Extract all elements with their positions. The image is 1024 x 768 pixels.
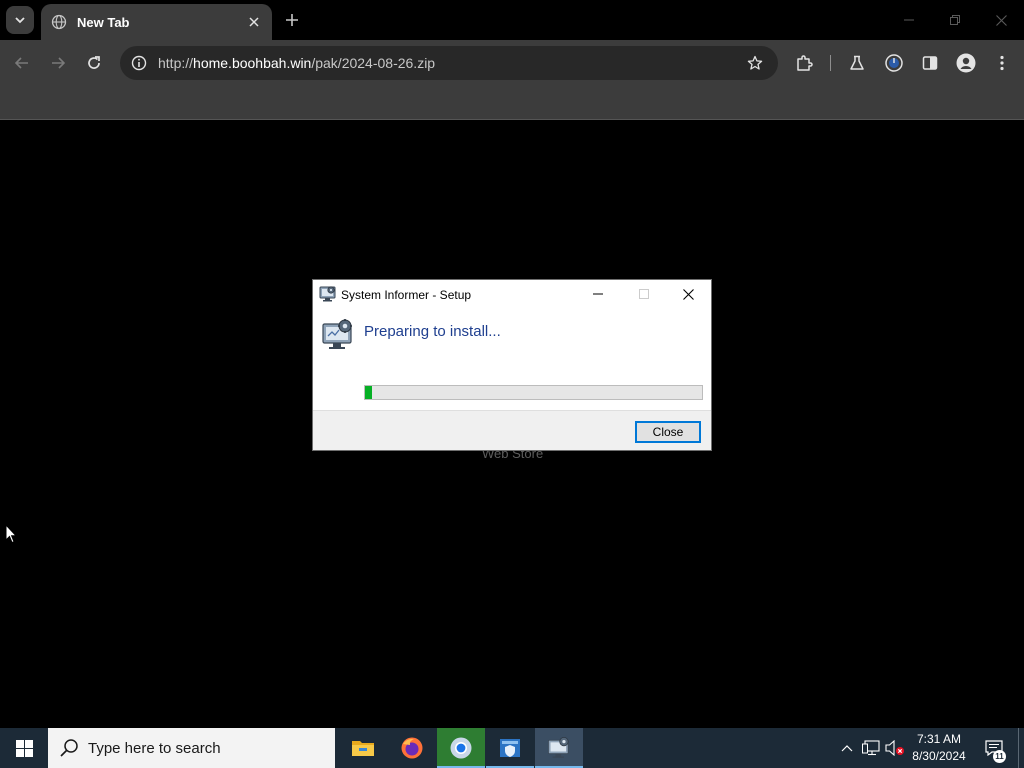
restore-icon bbox=[950, 15, 960, 25]
bookmark-button[interactable] bbox=[740, 48, 770, 78]
site-info-button[interactable] bbox=[122, 46, 156, 80]
taskbar-system-informer-setup[interactable] bbox=[535, 728, 583, 768]
globe-icon bbox=[51, 14, 67, 30]
taskbar-search-box[interactable]: Type here to search bbox=[48, 728, 335, 768]
shield-window-icon bbox=[500, 739, 520, 757]
firefox-icon bbox=[401, 737, 423, 759]
menu-button[interactable] bbox=[988, 49, 1016, 77]
url-path: /pak/2024-08-26.zip bbox=[311, 55, 436, 71]
show-desktop-button[interactable] bbox=[1018, 728, 1024, 768]
toolbar-separator bbox=[830, 55, 831, 71]
back-button[interactable] bbox=[8, 49, 36, 77]
reload-button[interactable] bbox=[80, 49, 108, 77]
volume-muted-icon bbox=[885, 740, 904, 756]
system-informer-icon bbox=[319, 286, 336, 302]
side-panel-button[interactable] bbox=[916, 49, 944, 77]
minimize-icon bbox=[593, 293, 603, 295]
search-placeholder: Type here to search bbox=[88, 739, 221, 757]
dialog-title: System Informer - Setup bbox=[341, 288, 472, 302]
kebab-menu-icon bbox=[1000, 55, 1004, 71]
notification-count-badge: 11 bbox=[993, 750, 1006, 763]
search-icon bbox=[60, 739, 78, 757]
new-tab-button[interactable] bbox=[280, 8, 304, 32]
close-icon bbox=[682, 288, 694, 300]
close-icon bbox=[249, 17, 259, 27]
folder-icon bbox=[352, 741, 374, 756]
taskbar-firefox[interactable] bbox=[388, 728, 436, 768]
chrome-icon bbox=[450, 737, 472, 759]
taskbar-clock[interactable]: 7:31 AM 8/30/2024 bbox=[906, 731, 972, 765]
mouse-cursor-icon bbox=[5, 524, 17, 544]
restore-button[interactable] bbox=[932, 0, 978, 40]
dialog-titlebar[interactable]: System Informer - Setup bbox=[313, 280, 711, 308]
address-bar[interactable]: http://home.boohbah.win/pak/2024-08-26.z… bbox=[120, 46, 778, 80]
tab-close-button[interactable] bbox=[246, 14, 262, 30]
close-window-button[interactable] bbox=[978, 0, 1024, 40]
action-center-button[interactable]: 11 bbox=[980, 728, 1008, 768]
maximize-icon bbox=[639, 289, 649, 299]
arrow-right-icon bbox=[52, 57, 66, 69]
extension-circle-icon bbox=[885, 54, 903, 72]
tab-search-button[interactable] bbox=[6, 6, 34, 34]
progress-fill bbox=[365, 386, 372, 399]
side-panel-icon bbox=[922, 56, 938, 70]
taskbar: Type here to search 7:31 AM 8/30/2024 11 bbox=[0, 728, 1024, 768]
chevron-down-icon bbox=[15, 17, 25, 24]
flask-icon bbox=[850, 55, 864, 70]
dialog-close-button[interactable] bbox=[665, 280, 711, 308]
window-controls bbox=[886, 0, 1024, 40]
extension-button[interactable] bbox=[880, 49, 908, 77]
system-informer-icon bbox=[547, 737, 569, 758]
minimize-icon bbox=[904, 19, 914, 21]
arrow-left-icon bbox=[14, 57, 28, 69]
network-icon bbox=[862, 740, 880, 756]
bookmarks-bar bbox=[0, 86, 1024, 120]
close-button[interactable]: Close bbox=[635, 421, 701, 443]
forward-button[interactable] bbox=[44, 49, 72, 77]
dialog-maximize-button bbox=[621, 280, 667, 308]
setup-dialog: System Informer - Setup Preparing to ins… bbox=[312, 279, 712, 451]
avatar-icon bbox=[956, 53, 976, 73]
reload-icon bbox=[88, 56, 100, 69]
install-progress-bar bbox=[364, 385, 703, 400]
info-icon bbox=[131, 55, 147, 71]
taskbar-file-explorer[interactable] bbox=[339, 728, 387, 768]
puzzle-icon bbox=[797, 55, 813, 71]
clock-date: 8/30/2024 bbox=[912, 749, 966, 763]
extensions-button[interactable] bbox=[790, 49, 818, 77]
chevron-up-icon bbox=[841, 745, 853, 752]
taskbar-chrome[interactable] bbox=[437, 728, 485, 768]
windows-logo-icon bbox=[15, 739, 33, 757]
tab-title: New Tab bbox=[77, 14, 130, 30]
labs-button[interactable] bbox=[843, 49, 871, 77]
show-hidden-icons-button[interactable] bbox=[836, 728, 858, 768]
taskbar-defender[interactable] bbox=[486, 728, 534, 768]
close-icon bbox=[995, 14, 1007, 26]
system-informer-icon bbox=[322, 319, 352, 349]
url-text: http://home.boohbah.win/pak/2024-08-26.z… bbox=[158, 55, 740, 71]
dialog-heading: Preparing to install... bbox=[364, 323, 501, 340]
minimize-button[interactable] bbox=[886, 0, 932, 40]
profile-button[interactable] bbox=[952, 49, 980, 77]
browser-tabstrip: New Tab bbox=[0, 0, 1024, 40]
network-button[interactable] bbox=[860, 728, 882, 768]
dialog-footer: Close bbox=[313, 410, 711, 450]
plus-icon bbox=[286, 14, 298, 26]
volume-button[interactable] bbox=[884, 728, 906, 768]
start-button[interactable] bbox=[0, 728, 48, 768]
star-icon bbox=[747, 55, 763, 70]
url-prefix: http:// bbox=[158, 55, 194, 71]
url-host: home.boohbah.win bbox=[193, 55, 312, 71]
dialog-minimize-button[interactable] bbox=[575, 280, 621, 308]
browser-toolbar: http://home.boohbah.win/pak/2024-08-26.z… bbox=[0, 40, 1024, 86]
browser-tab[interactable]: New Tab bbox=[41, 4, 272, 40]
clock-time: 7:31 AM bbox=[916, 732, 962, 746]
